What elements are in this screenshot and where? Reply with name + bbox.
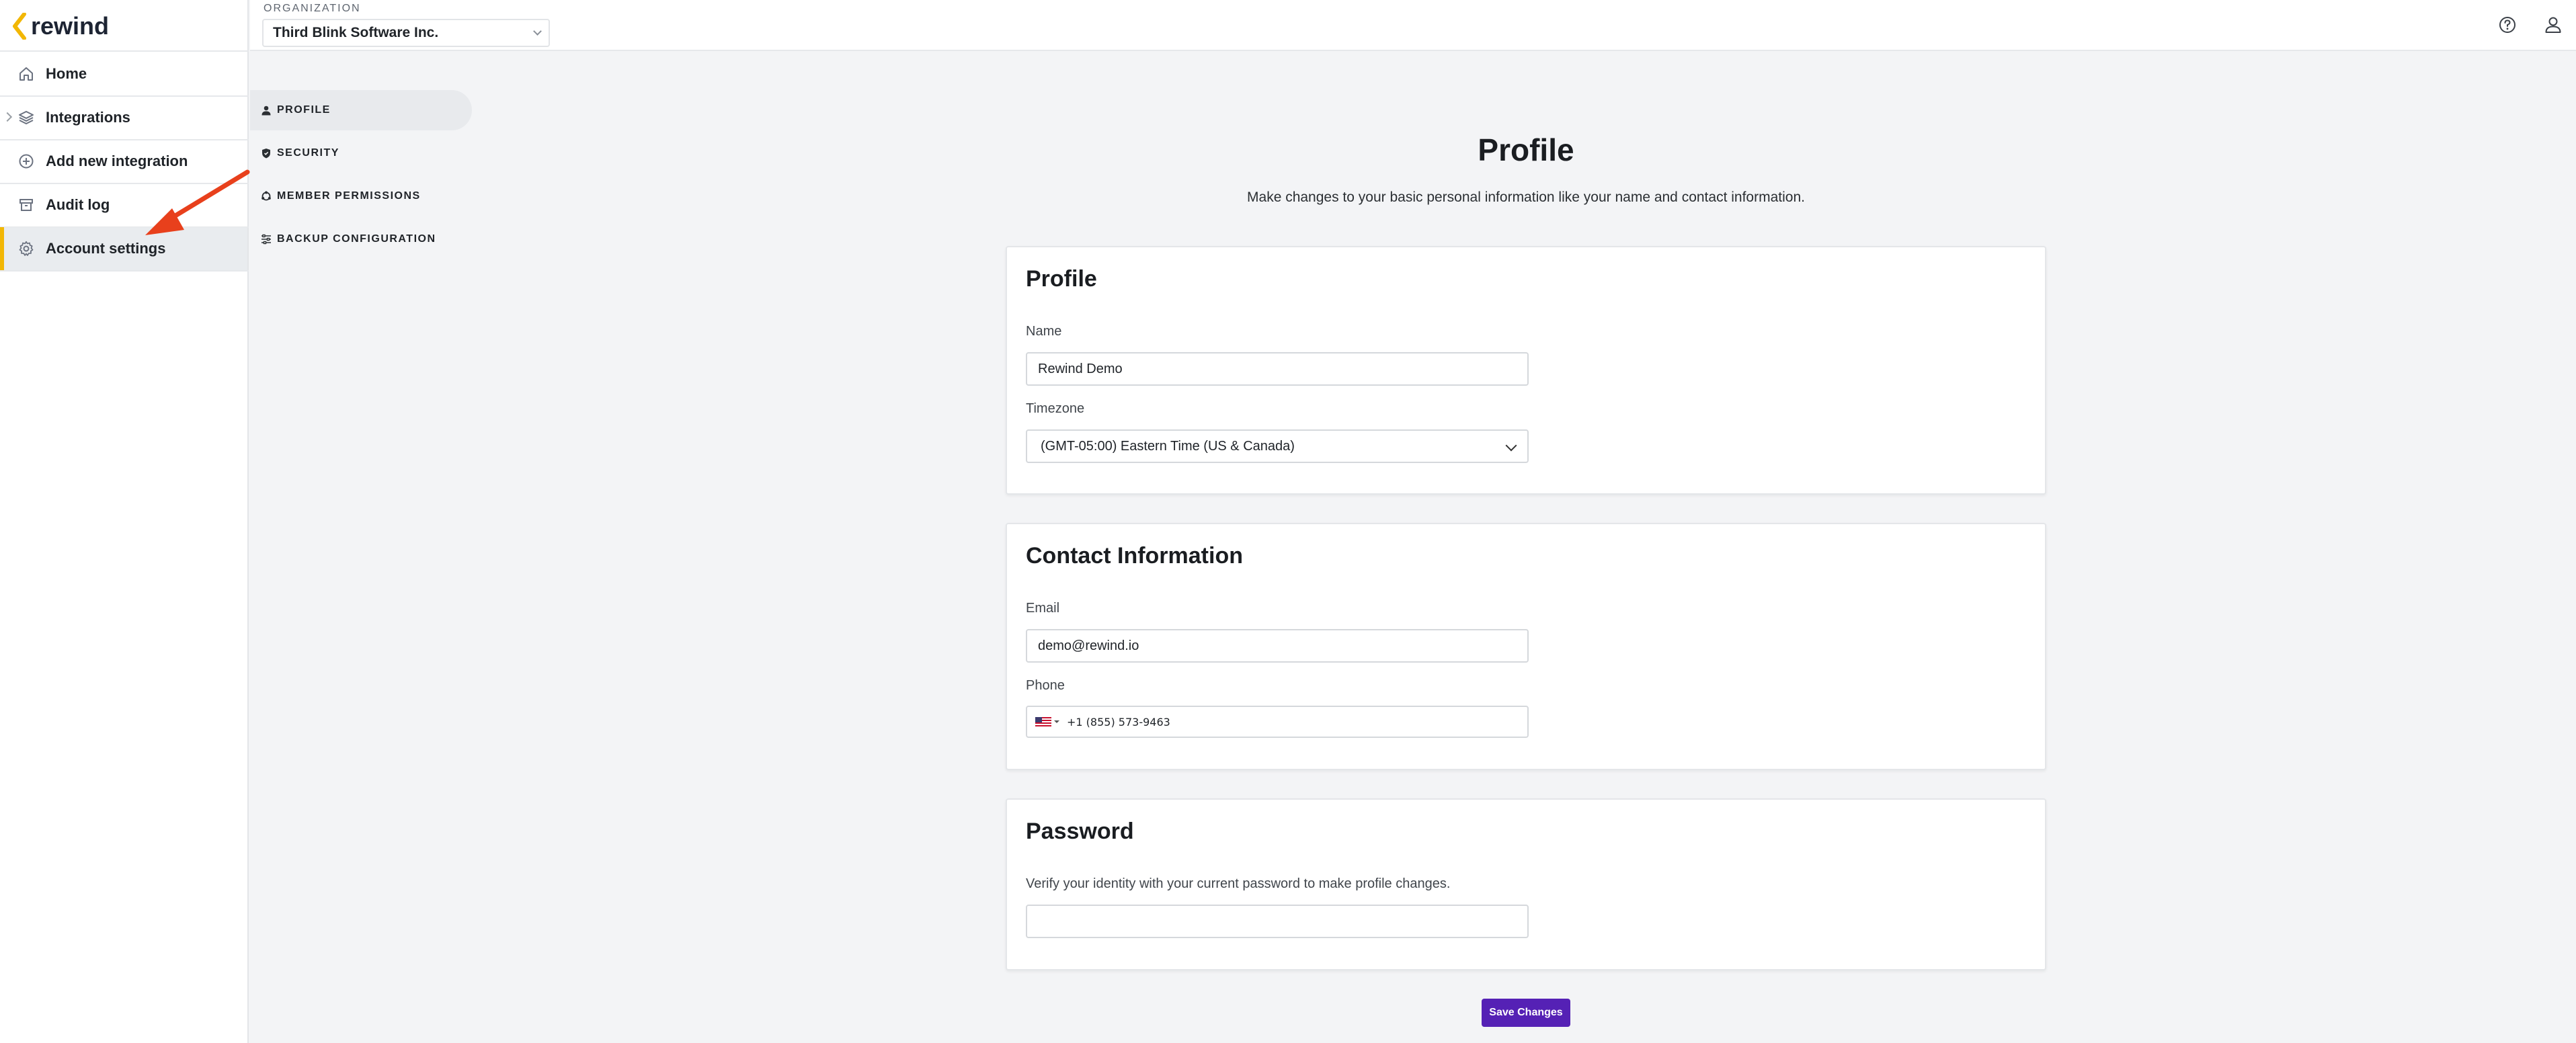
organization-value: Third Blink Software Inc. [273,25,439,40]
name-input[interactable]: Rewind Demo [1026,352,1529,386]
subnav-item-label: PROFILE [277,104,331,116]
card-title: Profile [1026,266,1097,292]
phone-label: Phone [1026,678,1065,693]
email-label: Email [1026,601,1060,616]
password-hint: Verify your identity with your current p… [1026,876,1451,891]
sidebar: rewind Home Integrations Add new integra… [0,0,250,1043]
sidebar-item-label: Audit log [46,196,110,213]
person-icon [259,103,273,117]
divider [0,50,249,52]
contact-information-card: Contact Information Email demo@rewind.io… [1006,523,2046,770]
phone-field[interactable]: +1 (855) 573-9463 [1026,706,1529,738]
sidebar-item-label: Account settings [46,240,166,257]
home-icon [17,65,35,83]
timezone-value: (GMT-05:00) Eastern Time (US & Canada) [1041,438,1295,454]
save-changes-button[interactable]: Save Changes [1482,999,1570,1027]
card-title: Contact Information [1026,543,1243,569]
help-icon[interactable] [2497,15,2518,35]
caret-down-icon [1054,720,1059,723]
top-bar: ORGANIZATION Third Blink Software Inc. [250,0,2576,51]
divider [0,270,249,272]
organization-label: ORGANIZATION [264,3,361,14]
brand-name: rewind [31,12,110,40]
annotation-arrow-icon [145,169,250,235]
user-account-icon[interactable] [2543,15,2563,35]
card-title: Password [1026,819,1134,844]
cycle-icon [259,190,273,203]
page-title: Profile [1478,132,1574,167]
shield-icon [259,147,273,160]
name-label: Name [1026,324,1062,339]
chevron-down-icon [533,27,542,36]
timezone-select[interactable]: (GMT-05:00) Eastern Time (US & Canada) [1026,429,1529,463]
subnav-item-backup-configuration[interactable]: BACKUP CONFIGURATION [250,219,472,259]
country-flag-selector[interactable] [1035,717,1060,726]
sidebar-item-label: Home [46,65,87,82]
profile-card: Profile Name Rewind Demo Timezone (GMT-0… [1006,246,2046,495]
email-field[interactable]: demo@rewind.io [1026,629,1529,663]
password-card: Password Verify your identity with your … [1006,798,2046,970]
subnav-item-profile[interactable]: PROFILE [250,90,472,130]
us-flag-icon [1035,717,1051,726]
organization-select[interactable]: Third Blink Software Inc. [262,19,550,47]
phone-value: +1 (855) 573-9463 [1067,715,1170,728]
plus-circle-icon [17,153,35,170]
sidebar-item-label: Integrations [46,109,130,126]
sliders-icon [259,233,273,246]
sidebar-item-integrations[interactable]: Integrations [0,96,247,139]
subnav-item-label: MEMBER PERMISSIONS [277,190,421,202]
subnav-item-label: SECURITY [277,147,339,159]
timezone-label: Timezone [1026,401,1085,416]
rewind-logo-icon [13,13,26,40]
subnav-item-label: BACKUP CONFIGURATION [277,233,436,245]
layers-icon [17,109,35,126]
subnav-item-member-permissions[interactable]: MEMBER PERMISSIONS [250,176,472,216]
page-subtitle: Make changes to your basic personal info… [1247,190,1805,205]
chevron-down-icon [1505,440,1517,452]
sidebar-item-home[interactable]: Home [0,52,247,95]
subnav-item-security[interactable]: SECURITY [250,133,472,173]
password-input[interactable] [1026,905,1529,938]
archive-icon [17,196,35,214]
gear-icon [17,240,35,257]
brand-logo[interactable]: rewind [12,9,109,43]
